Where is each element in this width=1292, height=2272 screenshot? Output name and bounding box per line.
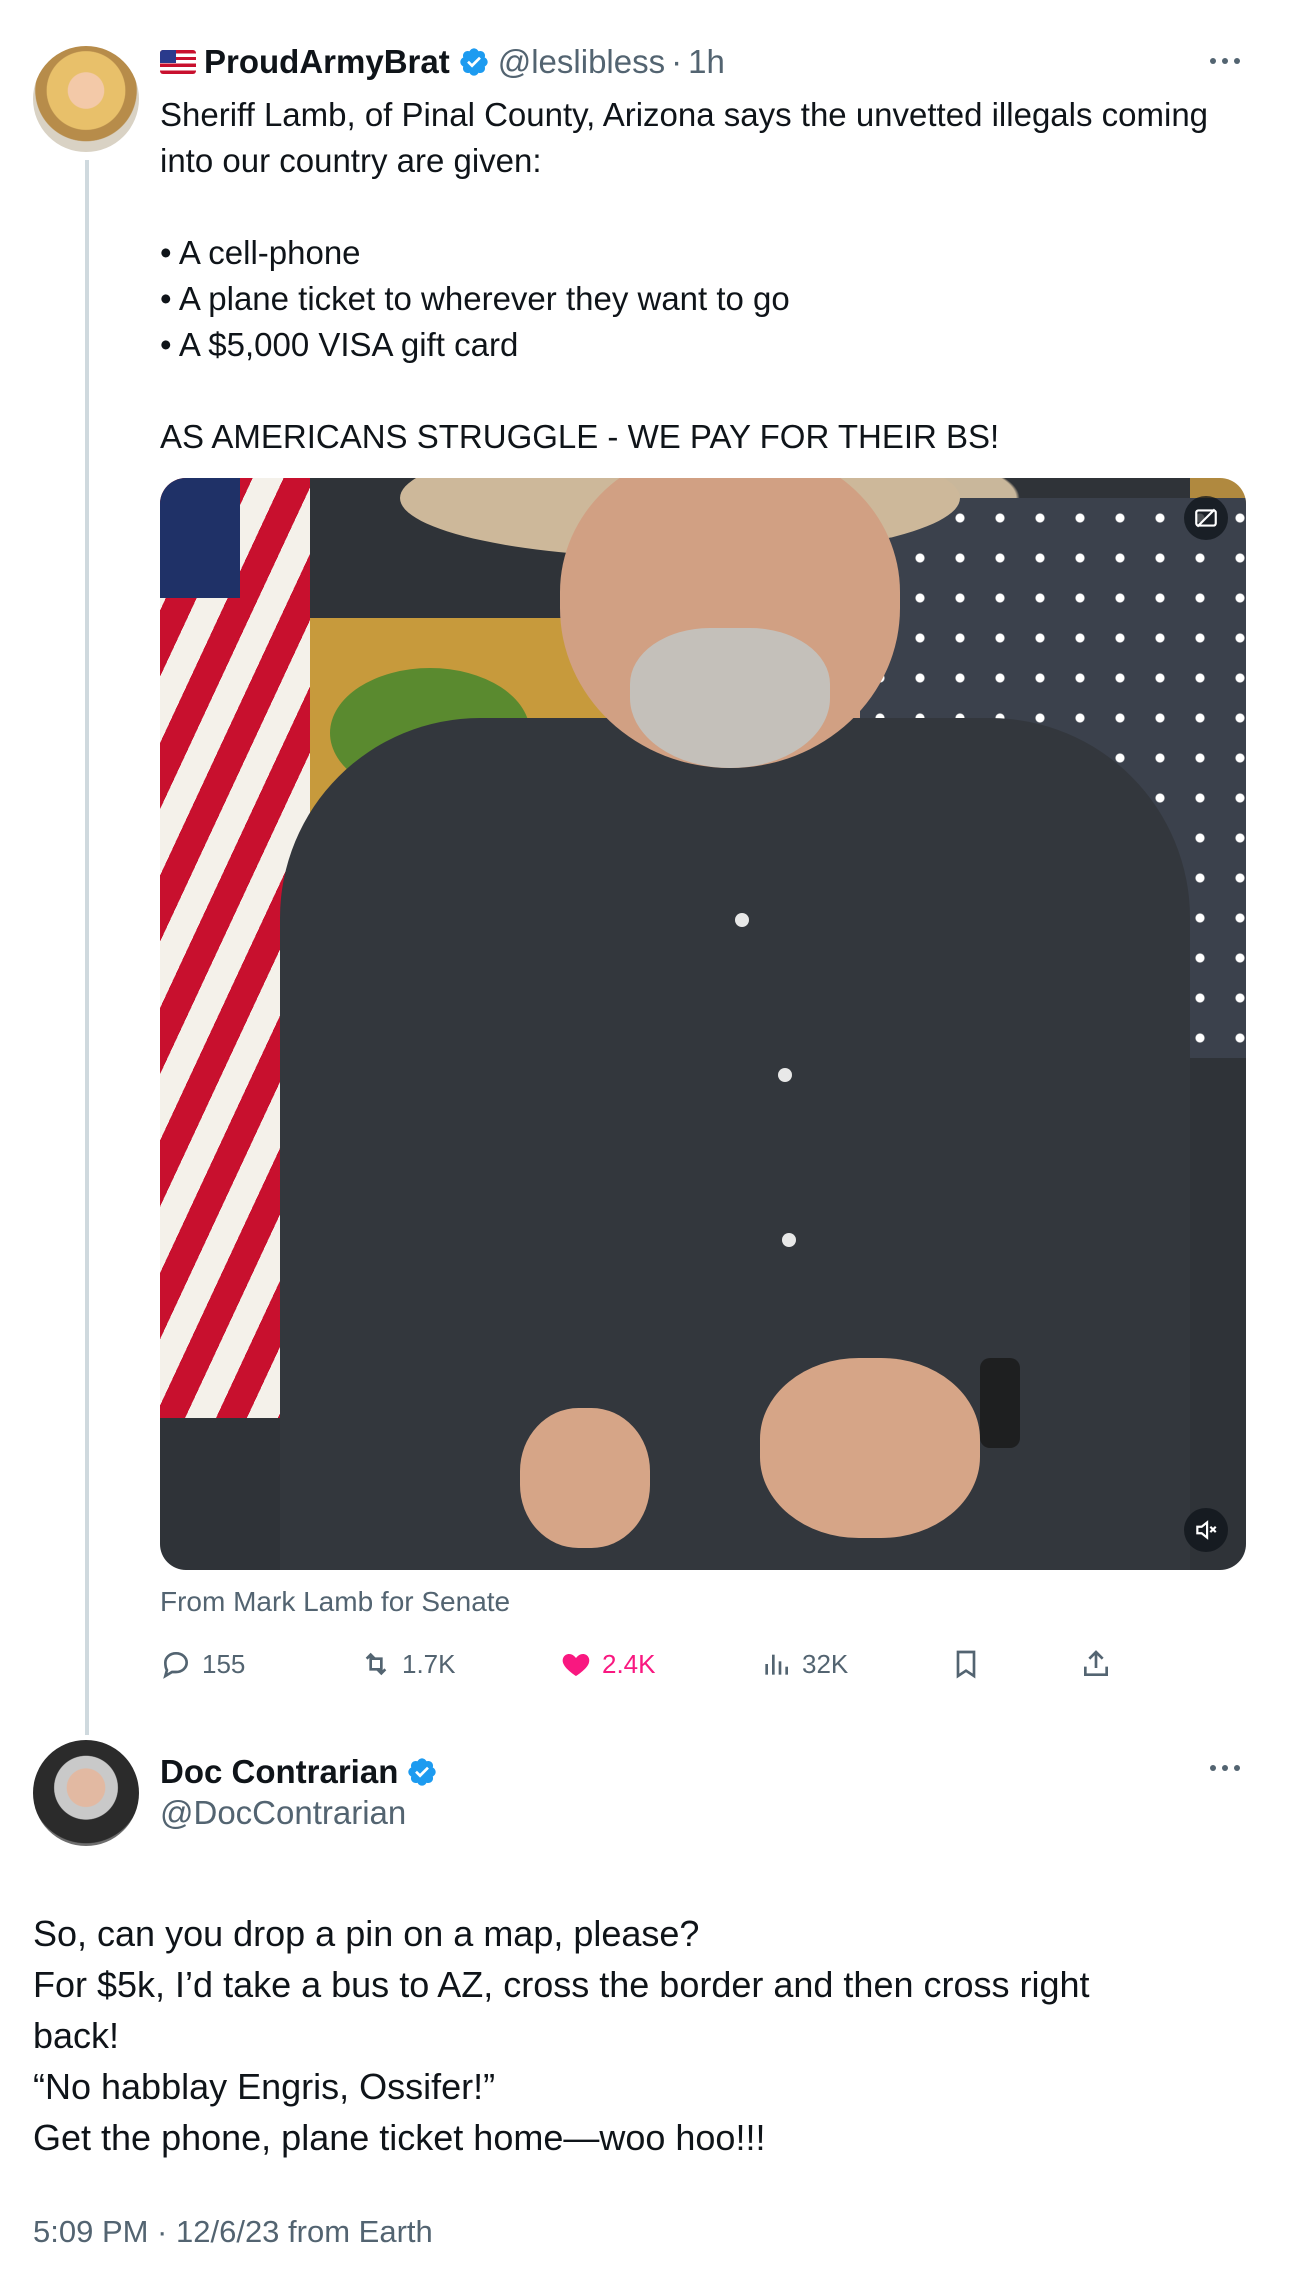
more-options-icon[interactable]	[1210, 1765, 1240, 1775]
reply-button[interactable]: 155	[160, 1640, 245, 1688]
reply-text-line: back!	[33, 2015, 120, 2056]
retweet-count: 1.7K	[402, 1648, 456, 1679]
like-count: 2.4K	[602, 1648, 656, 1679]
reply-display-name[interactable]: Doc Contrarian	[160, 1753, 398, 1791]
tweet-action-bar: 155 1.7K 2.4K 32K	[160, 1640, 1260, 1688]
separator-dot: ·	[671, 43, 683, 80]
reply-text-line: For $5k, I’d take a bus to AZ, cross the…	[33, 1964, 1090, 2005]
more-options-icon[interactable]	[1210, 58, 1240, 68]
like-button[interactable]: 2.4K	[560, 1640, 656, 1688]
shirt-button	[735, 913, 749, 927]
reply-handle[interactable]: @DocContrarian	[160, 1794, 406, 1832]
retweet-icon	[365, 1652, 387, 1676]
shirt-button	[778, 1068, 792, 1082]
us-flag-emoji-icon	[160, 50, 196, 74]
bookmark-icon	[956, 1650, 976, 1679]
tweet-outro-text: AS AMERICANS STRUGGLE - WE PAY FOR THEIR…	[160, 418, 1000, 455]
reply-text-line: So, can you drop a pin on a map, please?	[33, 1913, 700, 1954]
tweet-intro-text: Sheriff Lamb, of Pinal County, Arizona s…	[160, 96, 1209, 179]
parent-tweet-text: Sheriff Lamb, of Pinal County, Arizona s…	[160, 92, 1260, 460]
parent-tweet-header: ProudArmyBrat @leslibless · 1h	[160, 40, 725, 84]
share-upload-icon	[1084, 1650, 1108, 1676]
parent-time[interactable]: 1h	[688, 43, 725, 81]
share-button[interactable]	[1080, 1640, 1112, 1688]
reply-tweet-text: So, can you drop a pin on a map, please?…	[33, 1908, 1263, 2163]
picture-in-picture-icon[interactable]	[1184, 496, 1228, 540]
views-button[interactable]: 32K	[760, 1640, 848, 1688]
reply-tweet-header: Doc Contrarian	[160, 1750, 446, 1794]
bullet-item: • A $5,000 VISA gift card	[160, 326, 519, 363]
parent-handle[interactable]: @leslibless	[498, 43, 665, 81]
video-player[interactable]	[160, 478, 1246, 1570]
views-chart-icon	[765, 1654, 788, 1675]
reply-text-line: Get the phone, plane ticket home—woo hoo…	[33, 2117, 766, 2158]
thread-connector-line	[85, 160, 89, 1735]
reply-icon	[163, 1651, 189, 1679]
heart-filled-icon	[562, 1654, 590, 1676]
video-frame-hand	[520, 1408, 650, 1548]
video-frame-beard	[630, 628, 830, 768]
parent-display-name[interactable]: ProudArmyBrat	[204, 43, 450, 81]
verified-badge-icon	[408, 1758, 437, 1786]
video-frame-person	[280, 718, 1190, 1570]
avatar-doccontrarian[interactable]	[33, 1740, 139, 1846]
reply-count: 155	[202, 1648, 246, 1679]
avatar-proudarmybrat[interactable]	[33, 46, 139, 152]
video-frame-watch	[980, 1358, 1020, 1448]
reply-text-line: “No habblay Engris, Ossifer!”	[33, 2066, 496, 2107]
bullet-item: • A plane ticket to wherever they want t…	[160, 280, 790, 317]
bullet-item: • A cell-phone	[160, 234, 361, 271]
shirt-button	[782, 1233, 796, 1247]
media-source-label[interactable]: From Mark Lamb for Senate	[160, 1586, 510, 1618]
tweet-timestamp[interactable]: 5:09 PM · 12/6/23 from Earth	[33, 2214, 433, 2250]
verified-badge-icon	[460, 48, 488, 76]
bookmark-button[interactable]	[950, 1640, 982, 1688]
retweet-button[interactable]: 1.7K	[360, 1640, 456, 1688]
views-count: 32K	[802, 1648, 849, 1679]
video-frame-hand	[760, 1358, 980, 1538]
muted-volume-icon[interactable]	[1184, 1508, 1228, 1552]
